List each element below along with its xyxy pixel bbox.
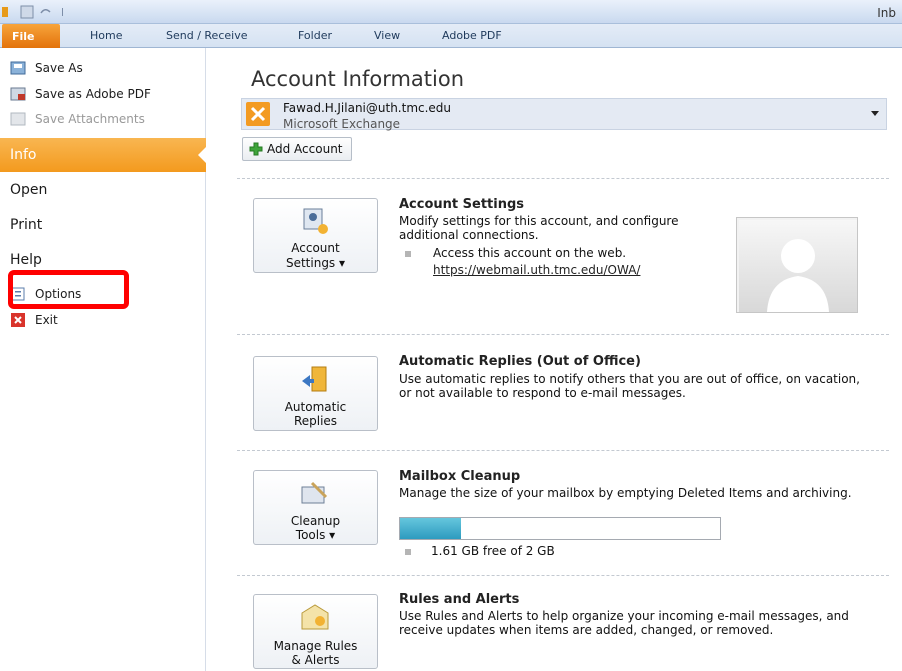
tab-adobe-pdf[interactable]: Adobe PDF: [442, 29, 502, 42]
person-silhouette-icon: [739, 220, 857, 312]
exchange-account-icon: [246, 102, 270, 126]
account-selector[interactable]: Fawad.H.Jilani@uth.tmc.edu Microsoft Exc…: [241, 98, 887, 131]
page-title: Account Information: [251, 67, 465, 91]
plus-icon: [249, 142, 263, 156]
nav-save-attachments-label: Save Attachments: [35, 112, 145, 126]
mailbox-usage-bar: [399, 517, 721, 540]
tab-send-receive[interactable]: Send / Receive: [166, 29, 247, 42]
nav-save-as-adobe-pdf-label: Save as Adobe PDF: [35, 87, 151, 101]
manage-rules-alerts-button[interactable]: Manage Rules & Alerts: [253, 594, 378, 669]
profile-photo-placeholder[interactable]: [736, 217, 858, 313]
nav-info[interactable]: Info: [0, 138, 207, 172]
nav-open[interactable]: Open: [10, 182, 47, 198]
mailbox-usage-fill: [400, 518, 461, 539]
window-title: Inb: [877, 6, 896, 20]
nav-selection-notch: [198, 146, 207, 164]
account-settings-button[interactable]: Account Settings ▾: [253, 198, 378, 273]
backstage-nav: Save As Save as Adobe PDF Save Attachmen…: [0, 48, 207, 671]
save-pdf-icon: [10, 86, 26, 102]
customize-qat-icon[interactable]: [56, 5, 70, 19]
chevron-down-icon: [871, 111, 879, 116]
ribbon-tabs: File Home Send / Receive Folder View Ado…: [0, 24, 902, 48]
cleanup-tools-label-line2: Tools ▾: [295, 528, 336, 542]
save-attachments-icon: [10, 111, 26, 127]
account-settings-title: Account Settings: [399, 197, 525, 212]
account-settings-icon: [303, 208, 328, 234]
automatic-replies-icon: [302, 366, 327, 392]
nav-exit[interactable]: Exit: [0, 308, 206, 332]
account-email: Fawad.H.Jilani@uth.tmc.edu: [283, 101, 452, 115]
undo-icon[interactable]: [38, 5, 52, 19]
quick-access-toolbar: [0, 0, 70, 24]
nav-save-as-adobe-pdf[interactable]: Save as Adobe PDF: [0, 82, 206, 106]
save-icon[interactable]: [20, 5, 34, 19]
account-info-panel: Account Information Fawad.H.Jilani@uth.t…: [207, 48, 902, 671]
rules-alerts-desc: Use Rules and Alerts to help organize yo…: [399, 609, 849, 637]
nav-save-as-label: Save As: [35, 61, 83, 75]
automatic-replies-desc: Use automatic replies to notify others t…: [399, 372, 860, 400]
mailbox-cleanup-desc: Manage the size of your mailbox by empty…: [399, 486, 852, 500]
add-account-button[interactable]: Add Account: [242, 137, 352, 161]
bullet-icon: [405, 549, 411, 555]
tab-view[interactable]: View: [374, 29, 400, 42]
section-divider: [237, 575, 889, 576]
account-settings-desc: Modify settings for this account, and co…: [399, 214, 679, 242]
save-as-icon: [10, 60, 26, 76]
cleanup-tools-label-line1: Cleanup: [290, 514, 341, 528]
cleanup-tools-button[interactable]: Cleanup Tools ▾: [253, 470, 378, 545]
nav-print[interactable]: Print: [10, 217, 42, 233]
bullet-icon: [405, 251, 411, 257]
nav-save-as[interactable]: Save As: [0, 56, 206, 80]
nav-exit-label: Exit: [35, 313, 58, 327]
manage-rules-label-line1: Manage Rules: [273, 639, 358, 653]
options-highlight-box: [8, 270, 129, 309]
tab-home[interactable]: Home: [90, 29, 122, 42]
owa-link[interactable]: https://webmail.uth.tmc.edu/OWA/: [433, 263, 640, 277]
account-type: Microsoft Exchange: [283, 117, 401, 131]
nav-save-attachments[interactable]: Save Attachments: [0, 107, 206, 131]
section-divider: [237, 334, 889, 335]
outlook-app-icon: [2, 7, 8, 17]
rules-alerts-title: Rules and Alerts: [399, 592, 520, 607]
nav-help[interactable]: Help: [10, 252, 42, 268]
automatic-replies-label-line2: Replies: [293, 414, 338, 428]
rules-alerts-icon: [301, 604, 329, 630]
cleanup-tools-icon: [301, 481, 328, 504]
section-divider: [237, 450, 889, 451]
access-web-text: Access this account on the web.: [433, 246, 627, 260]
add-account-label: Add Account: [267, 142, 343, 156]
tab-file[interactable]: File: [2, 24, 60, 48]
automatic-replies-button[interactable]: Automatic Replies: [253, 356, 378, 431]
section-divider: [237, 178, 889, 179]
account-settings-label-line2: Settings ▾: [285, 256, 346, 270]
nav-info-label: Info: [10, 147, 37, 163]
exit-icon: [10, 312, 26, 328]
tab-folder[interactable]: Folder: [298, 29, 332, 42]
title-bar: Inb: [0, 0, 902, 24]
automatic-replies-label-line1: Automatic: [284, 400, 347, 414]
account-settings-label-line1: Account: [291, 241, 340, 255]
manage-rules-label-line2: & Alerts: [291, 653, 340, 667]
mailbox-cleanup-title: Mailbox Cleanup: [399, 469, 521, 484]
automatic-replies-title: Automatic Replies (Out of Office): [399, 354, 641, 369]
storage-free-text: 1.61 GB free of 2 GB: [431, 544, 555, 558]
